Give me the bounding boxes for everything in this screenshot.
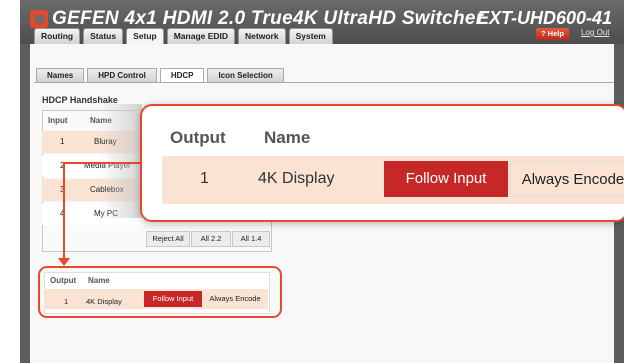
callout-arrow-connector — [63, 162, 143, 164]
zoom-output-name: 4K Display — [258, 170, 335, 187]
subtab-icon-selection[interactable]: Icon Selection — [207, 68, 284, 83]
input-number: 1 — [60, 137, 65, 146]
tab-system[interactable]: System — [288, 28, 333, 44]
zoom-column-header-name: Name — [264, 128, 311, 147]
help-button[interactable]: ? Help — [536, 28, 569, 40]
all-1-4-button[interactable]: All 1.4 — [232, 231, 270, 247]
logout-link[interactable]: Log Out — [581, 28, 609, 37]
zoom-callout: Output Name 1 4K Display Follow Input Al… — [140, 104, 624, 222]
sub-tabs: Names HPD Control HDCP Icon Selection — [36, 68, 284, 83]
callout-arrow-line — [63, 162, 65, 262]
zoom-always-encode-button[interactable]: Always Encode — [510, 161, 624, 197]
tab-routing[interactable]: Routing — [34, 28, 81, 44]
zoom-follow-input-button[interactable]: Follow Input — [384, 161, 508, 197]
zoom-column-header-output: Output — [170, 128, 226, 147]
main-tabs: Routing Status Setup Manage EDID Network… — [34, 28, 333, 44]
tab-manage-edid[interactable]: Manage EDID — [166, 28, 236, 44]
all-2-2-button[interactable]: All 2.2 — [191, 231, 231, 247]
subtab-hpd-control[interactable]: HPD Control — [87, 68, 157, 83]
subtab-divider — [34, 82, 614, 83]
zoom-output-number: 1 — [200, 170, 209, 187]
brand-title: GEFEN 4x1 HDMI 2.0 True4K UltraHD Switch… — [52, 8, 484, 29]
tab-status[interactable]: Status — [83, 28, 124, 44]
zoom-output-row: 1 4K Display Follow Input Always Encode — [162, 156, 624, 204]
column-header-input: Input — [48, 116, 68, 125]
highlight-outline — [38, 266, 282, 318]
gefen-logo-icon — [30, 10, 48, 28]
tab-network[interactable]: Network — [238, 28, 286, 44]
arrow-down-icon — [58, 258, 70, 266]
reject-all-button[interactable]: Reject All — [146, 231, 190, 247]
subtab-names[interactable]: Names — [36, 68, 85, 83]
zoom-connector-shadow — [100, 104, 142, 218]
tab-setup[interactable]: Setup — [126, 28, 164, 44]
subtab-hdcp[interactable]: HDCP — [159, 68, 205, 83]
model-number: EXT-UHD600-41 — [476, 8, 612, 28]
